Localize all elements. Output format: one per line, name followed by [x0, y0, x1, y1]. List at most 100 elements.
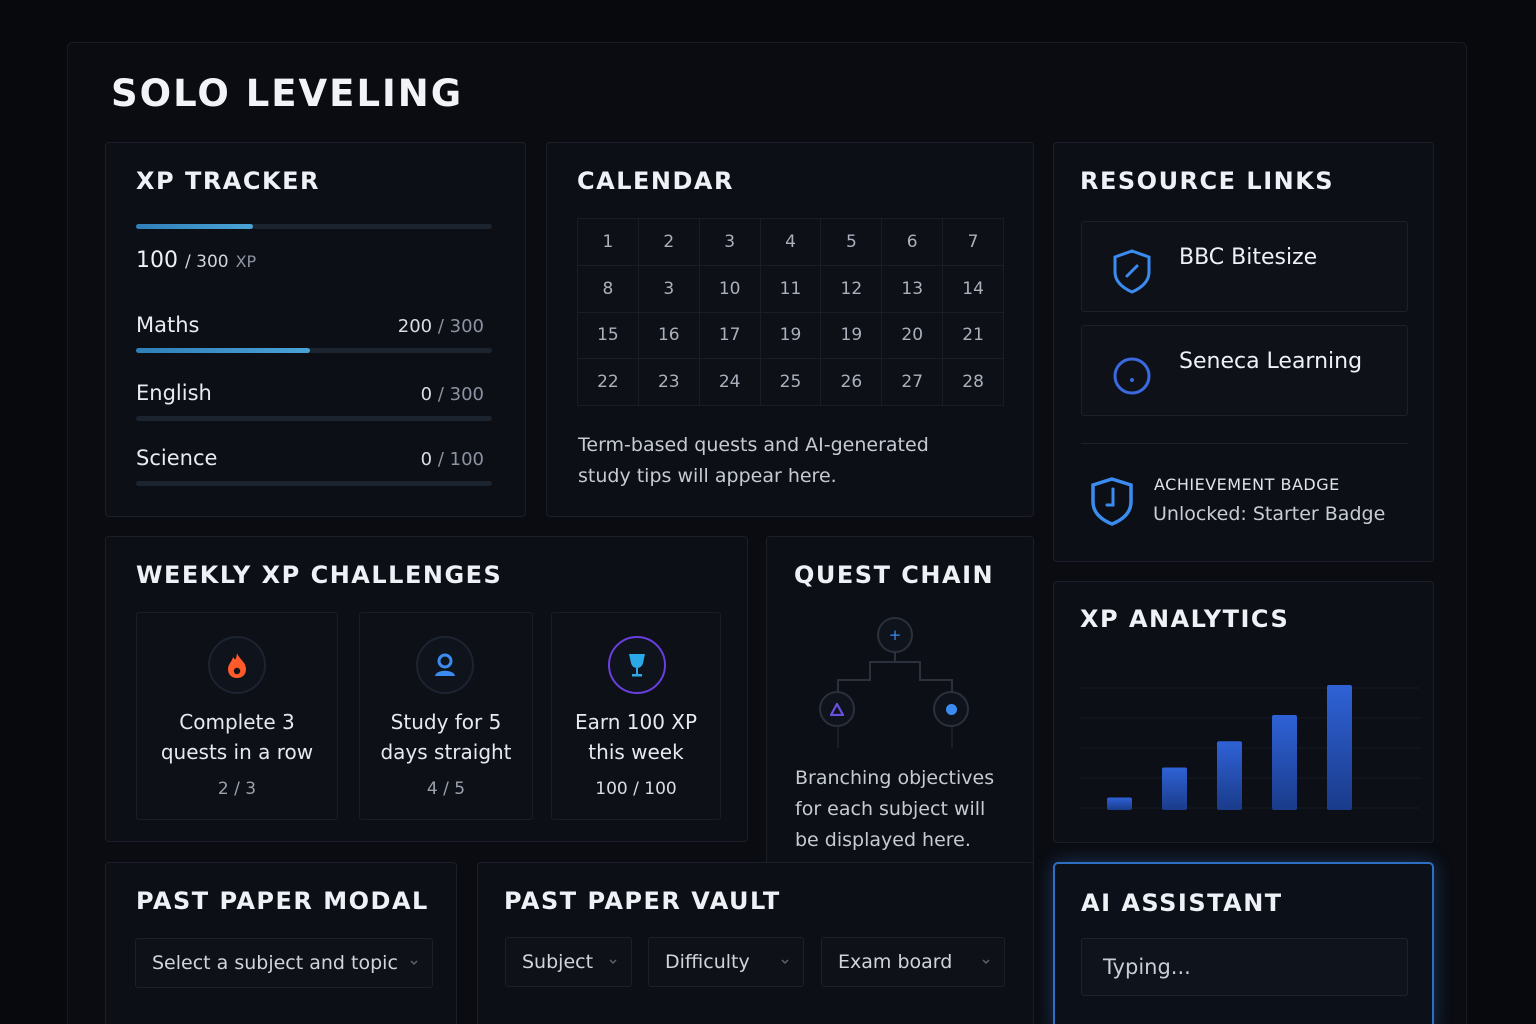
- filter-label: Difficulty: [665, 951, 750, 973]
- circle-icon: [1111, 355, 1153, 401]
- filter-label: Subject: [522, 951, 594, 973]
- challenge-text: Complete 3 quests in a row: [137, 707, 337, 767]
- calendar-day[interactable]: 19: [821, 312, 883, 360]
- chart-bar: [1272, 715, 1297, 810]
- chevron-down-icon: [609, 959, 617, 965]
- calendar-day[interactable]: 19: [760, 312, 822, 360]
- xp-tracker-title: XP TRACKER: [136, 167, 320, 195]
- calendar-day[interactable]: 12: [821, 265, 883, 313]
- select-value: Select a subject and topic: [152, 952, 398, 974]
- subject-progress-bar: [136, 481, 492, 486]
- challenge-text-line: days straight: [380, 740, 512, 764]
- chart-bar: [1217, 741, 1242, 810]
- calendar-day[interactable]: 25: [760, 359, 822, 406]
- chevron-down-icon: [410, 960, 418, 966]
- challenge-card[interactable]: Study for 5 days straight 4 / 5: [359, 612, 533, 820]
- weekly-challenges-title: WEEKLY XP CHALLENGES: [136, 561, 503, 589]
- subject-xp: 0 / 300: [336, 384, 484, 405]
- quest-chain-title: QUEST CHAIN: [794, 561, 995, 589]
- xp-analytics-chart: [1080, 685, 1420, 810]
- subject-xp-max: / 300: [437, 384, 484, 405]
- calendar-day[interactable]: 14: [943, 265, 1004, 313]
- calendar-day[interactable]: 23: [638, 359, 700, 406]
- challenge-text-line: this week: [588, 740, 684, 764]
- subject-name: English: [136, 381, 212, 405]
- challenge-text-line: Study for 5: [390, 710, 502, 734]
- triangle-icon[interactable]: [819, 691, 855, 727]
- app-title: SOLO LEVELING: [111, 72, 464, 115]
- xp-analytics-title: XP ANALYTICS: [1080, 605, 1290, 633]
- calendar-day[interactable]: 21: [943, 312, 1004, 360]
- total-xp-bar: [136, 224, 492, 229]
- achievement-badge-status: Unlocked: Starter Badge: [1153, 503, 1386, 525]
- exam-board-filter[interactable]: Exam board: [821, 937, 1005, 987]
- calendar-day[interactable]: 1: [578, 219, 639, 266]
- calendar-day[interactable]: 10: [699, 265, 761, 313]
- chart-bar: [1327, 685, 1352, 810]
- calendar-day[interactable]: 26: [821, 359, 883, 406]
- challenge-text-line: Complete 3: [179, 710, 295, 734]
- subject-name: Maths: [136, 313, 200, 337]
- total-xp-max: / 300: [185, 252, 229, 272]
- subject-topic-select[interactable]: Select a subject and topic: [135, 938, 433, 988]
- calendar-day[interactable]: 13: [882, 265, 944, 313]
- calendar-day[interactable]: 17: [699, 312, 761, 360]
- calendar-day[interactable]: 27: [882, 359, 944, 406]
- calendar-day[interactable]: 6: [882, 219, 944, 266]
- challenge-progress: 100 / 100: [595, 779, 677, 799]
- total-xp-readout: 100 / 300 XP: [136, 248, 256, 273]
- ai-assistant-title: AI ASSISTANT: [1081, 889, 1283, 917]
- calendar-day[interactable]: 3: [638, 265, 700, 313]
- calendar-day[interactable]: 24: [699, 359, 761, 406]
- challenge-text-line: quests in a row: [160, 740, 314, 764]
- badge-shield-icon: [1089, 475, 1135, 531]
- dot-icon[interactable]: [933, 691, 969, 727]
- subject-xp: 0 / 100: [336, 449, 484, 470]
- subject-xp-max: / 100: [437, 449, 484, 470]
- calendar-note: Term-based quests and AI-generated study…: [578, 434, 929, 487]
- calendar-day[interactable]: 7: [943, 219, 1004, 266]
- calendar-day[interactable]: 3: [699, 219, 761, 266]
- resource-link-label: Seneca Learning: [1179, 349, 1363, 374]
- calendar-day[interactable]: 16: [638, 312, 700, 360]
- subject-progress-bar: [136, 348, 492, 353]
- subject-xp: 200 / 300: [336, 316, 484, 337]
- ai-assistant-input[interactable]: Typing...: [1081, 938, 1408, 996]
- divider: [1081, 443, 1408, 444]
- subject-progress-bar: [136, 416, 492, 421]
- calendar-day[interactable]: 22: [578, 359, 639, 406]
- subject-xp-current: 0: [420, 384, 433, 405]
- difficulty-filter[interactable]: Difficulty: [648, 937, 804, 987]
- total-xp-unit: XP: [235, 252, 257, 271]
- user-icon: [416, 636, 474, 694]
- flame-icon: [208, 636, 266, 694]
- subject-filter[interactable]: Subject: [505, 937, 632, 987]
- calendar-day[interactable]: 5: [821, 219, 883, 266]
- chart-bar: [1107, 797, 1132, 810]
- subject-progress-fill: [136, 348, 311, 353]
- resource-links-title: RESOURCE LINKS: [1080, 167, 1335, 195]
- subject-xp-current: 0: [420, 449, 433, 470]
- total-xp-bar-fill: [136, 224, 254, 229]
- resource-link-label: BBC Bitesize: [1179, 245, 1318, 270]
- challenge-progress: 4 / 5: [426, 779, 466, 799]
- calendar-day[interactable]: 2: [638, 219, 700, 266]
- subject-xp-max: / 300: [437, 316, 484, 337]
- challenge-text: Study for 5 days straight: [360, 707, 532, 767]
- calendar-day[interactable]: 20: [882, 312, 944, 360]
- calendar-day[interactable]: 28: [943, 359, 1004, 406]
- plus-icon[interactable]: +: [877, 617, 913, 653]
- shield-icon: [1111, 248, 1153, 298]
- challenge-card[interactable]: Complete 3 quests in a row 2 / 3: [136, 612, 338, 820]
- calendar-day[interactable]: 11: [760, 265, 822, 313]
- calendar-day[interactable]: 15: [578, 312, 639, 360]
- resource-link-bbc-bitesize[interactable]: BBC Bitesize: [1081, 221, 1408, 312]
- past-paper-modal-title: PAST PAPER MODAL: [136, 887, 429, 915]
- resource-link-seneca-learning[interactable]: Seneca Learning: [1081, 325, 1408, 416]
- subject-xp-current: 200: [397, 316, 433, 337]
- calendar-day[interactable]: 8: [578, 265, 639, 313]
- challenge-card[interactable]: Earn 100 XP this week 100 / 100: [551, 612, 721, 820]
- calendar-day[interactable]: 4: [760, 219, 822, 266]
- chevron-down-icon: [982, 959, 990, 965]
- chart-bar: [1162, 767, 1187, 810]
